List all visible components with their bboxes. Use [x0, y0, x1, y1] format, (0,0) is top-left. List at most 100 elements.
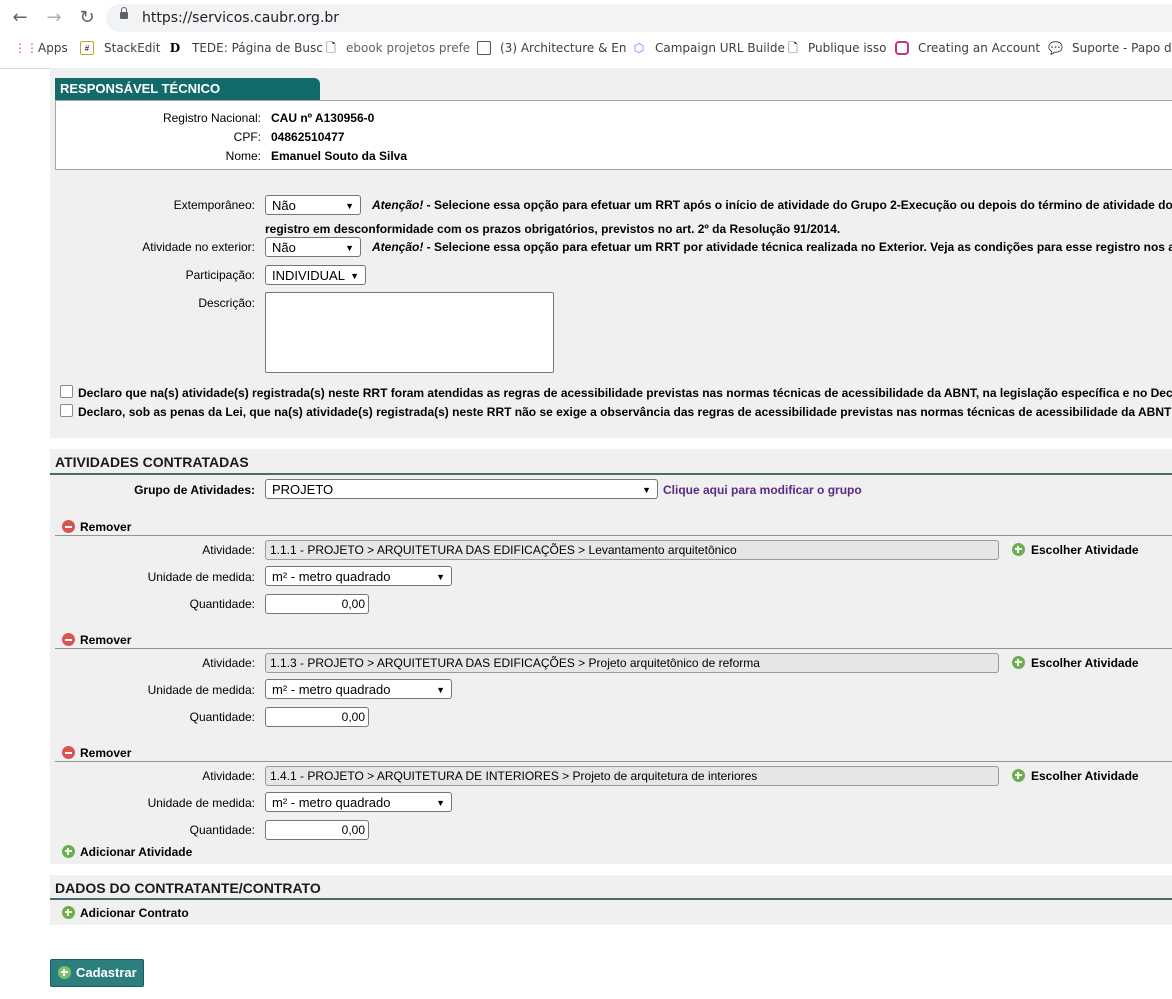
- nome-label: Nome:: [225, 149, 261, 163]
- back-arrow-icon[interactable]: ←: [10, 8, 30, 28]
- reload-icon[interactable]: ↻: [77, 8, 97, 28]
- bookmark-campaign[interactable]: Campaign URL Builde: [655, 41, 785, 55]
- contratante-title: DADOS DO CONTRATANTE/CONTRATO: [55, 880, 321, 896]
- campaign-icon: ⬡: [633, 41, 645, 55]
- atividade-field-2[interactable]: 1.1.3 - PROJETO > ARQUITETURA DAS EDIFIC…: [265, 653, 999, 673]
- adicionar-contrato-button[interactable]: Adicionar Contrato: [80, 906, 189, 920]
- quantidade-label-1: Quantidade:: [189, 597, 255, 611]
- adicionar-atividade-button[interactable]: Adicionar Atividade: [80, 845, 192, 859]
- chevron-down-icon: ▼: [436, 798, 445, 808]
- add-icon: [58, 966, 71, 979]
- unidade-value-1: m² - metro quadrado: [272, 569, 391, 584]
- atividade-field-3[interactable]: 1.4.1 - PROJETO > ARQUITETURA DE INTERIO…: [265, 766, 999, 786]
- add-icon[interactable]: [62, 845, 75, 858]
- page-icon: 🗋: [326, 41, 336, 55]
- descricao-textarea[interactable]: [265, 292, 554, 373]
- remover-button-1[interactable]: Remover: [80, 520, 131, 534]
- participacao-select[interactable]: INDIVIDUAL ▼: [265, 265, 366, 285]
- declaro2-text: Declaro, sob as penas da Lei, que na(s) …: [78, 405, 1172, 419]
- extemporaneo-note: Atenção! - Selecione essa opção para efe…: [372, 198, 1172, 212]
- quantidade-input-3[interactable]: 0,00: [265, 820, 369, 840]
- url-text: https://servicos.caubr.org.br: [142, 10, 340, 26]
- responsavel-panel: RESPONSÁVEL TÉCNICO Registro Nacional: C…: [50, 68, 1172, 438]
- bookmark-tede[interactable]: TEDE: Página de Busc: [192, 41, 323, 55]
- grupo-value: PROJETO: [272, 482, 334, 497]
- atividades-panel: ATIVIDADES CONTRATADAS Grupo de Atividad…: [50, 449, 1172, 864]
- contratante-panel: DADOS DO CONTRATANTE/CONTRATO Adicionar …: [50, 875, 1172, 925]
- registro-label: Registro Nacional:: [162, 111, 261, 125]
- atividades-title: ATIVIDADES CONTRATADAS: [55, 454, 249, 470]
- forward-arrow-icon[interactable]: →: [44, 8, 64, 28]
- modificar-grupo-link[interactable]: Clique aqui para modificar o grupo: [663, 483, 862, 497]
- declaro2-checkbox[interactable]: [60, 404, 73, 417]
- bookmark-suporte[interactable]: Suporte - Papo de: [1072, 41, 1172, 55]
- escolher-atividade-button-2[interactable]: Escolher Atividade: [1031, 656, 1139, 670]
- unidade-label-3: Unidade de medida:: [147, 796, 255, 810]
- bookmark-apps[interactable]: Apps: [38, 41, 68, 55]
- grupo-select[interactable]: PROJETO ▼: [265, 479, 658, 499]
- add-icon[interactable]: [1012, 543, 1025, 556]
- participacao-value: INDIVIDUAL: [272, 268, 345, 283]
- cadastrar-label: Cadastrar: [76, 965, 137, 980]
- tede-icon: D: [169, 41, 181, 55]
- lock-icon: [120, 7, 128, 19]
- quantidade-label-3: Quantidade:: [189, 823, 255, 837]
- chevron-down-icon: ▼: [350, 271, 359, 281]
- registro-value: CAU nº A130956-0: [271, 111, 375, 125]
- responsavel-info-box: Registro Nacional: CAU nº A130956-0 CPF:…: [55, 100, 1172, 170]
- apps-grid-icon: ⋮⋮: [14, 41, 38, 55]
- remove-icon[interactable]: [62, 746, 75, 759]
- remove-icon[interactable]: [62, 520, 75, 533]
- item-divider: [55, 648, 1172, 649]
- address-bar[interactable]: https://servicos.caubr.org.br: [106, 4, 1172, 32]
- exterior-value: Não: [272, 240, 296, 255]
- cadastrar-button[interactable]: Cadastrar: [50, 959, 144, 987]
- cpf-label: CPF:: [233, 130, 261, 144]
- page-icon: 🗋: [788, 41, 798, 55]
- bookmark-creating-account[interactable]: Creating an Account: [918, 41, 1040, 55]
- exterior-select[interactable]: Não ▼: [265, 237, 361, 257]
- add-icon[interactable]: [1012, 769, 1025, 782]
- escolher-atividade-button-3[interactable]: Escolher Atividade: [1031, 769, 1139, 783]
- add-icon[interactable]: [62, 906, 75, 919]
- bookmark-architecture[interactable]: (3) Architecture & En: [500, 41, 626, 55]
- bookmarks-bar: ⋮⋮ Apps # StackEdit D TEDE: Página de Bu…: [0, 38, 1172, 62]
- atividades-rule: [50, 473, 1172, 475]
- extemporaneo-select[interactable]: Não ▼: [265, 195, 361, 215]
- atividade-label-1: Atividade:: [202, 543, 255, 557]
- chevron-down-icon: ▼: [642, 485, 651, 495]
- remover-button-3[interactable]: Remover: [80, 746, 131, 760]
- chevron-down-icon: ▼: [436, 685, 445, 695]
- cpf-value: 04862510477: [271, 130, 345, 144]
- remove-icon[interactable]: [62, 633, 75, 646]
- grupo-label: Grupo de Atividades:: [134, 483, 255, 497]
- participacao-label: Participação:: [185, 268, 255, 282]
- bookmark-publique[interactable]: Publique isso: [808, 41, 887, 55]
- declaro1-text: Declaro que na(s) atividade(s) registrad…: [78, 386, 1172, 400]
- unidade-value-2: m² - metro quadrado: [272, 682, 391, 697]
- nome-value: Emanuel Souto da Silva: [271, 149, 408, 163]
- chevron-down-icon: ▼: [345, 243, 354, 253]
- unidade-select-3[interactable]: m² - metro quadrado ▼: [265, 792, 452, 812]
- responsavel-tab-title: RESPONSÁVEL TÉCNICO: [55, 78, 320, 100]
- extemporaneo-note-cont: registro em desconformidade com os prazo…: [265, 222, 841, 236]
- declaro1-checkbox[interactable]: [60, 385, 73, 398]
- exterior-note: Atenção! - Selecione essa opção para efe…: [372, 240, 1172, 254]
- image-icon: [477, 41, 491, 55]
- add-icon[interactable]: [1012, 656, 1025, 669]
- page-content: RESPONSÁVEL TÉCNICO Registro Nacional: C…: [50, 68, 1172, 999]
- unidade-select-2[interactable]: m² - metro quadrado ▼: [265, 679, 452, 699]
- remover-button-2[interactable]: Remover: [80, 633, 131, 647]
- extemporaneo-label: Extemporâneo:: [173, 198, 255, 212]
- bookmark-stackedit[interactable]: StackEdit: [104, 41, 160, 55]
- bookmark-ebook[interactable]: ebook projetos prefe: [346, 41, 470, 55]
- escolher-atividade-button-1[interactable]: Escolher Atividade: [1031, 543, 1139, 557]
- unidade-value-3: m² - metro quadrado: [272, 795, 391, 810]
- quantidade-input-1[interactable]: 0,00: [265, 594, 369, 614]
- exterior-label: Atividade no exterior:: [142, 240, 255, 254]
- unidade-select-1[interactable]: m² - metro quadrado ▼: [265, 566, 452, 586]
- atividade-field-1[interactable]: 1.1.1 - PROJETO > ARQUITETURA DAS EDIFIC…: [265, 540, 999, 560]
- quantidade-input-2[interactable]: 0,00: [265, 707, 369, 727]
- contratante-rule: [50, 898, 1172, 900]
- chat-icon: 💬: [1048, 41, 1063, 55]
